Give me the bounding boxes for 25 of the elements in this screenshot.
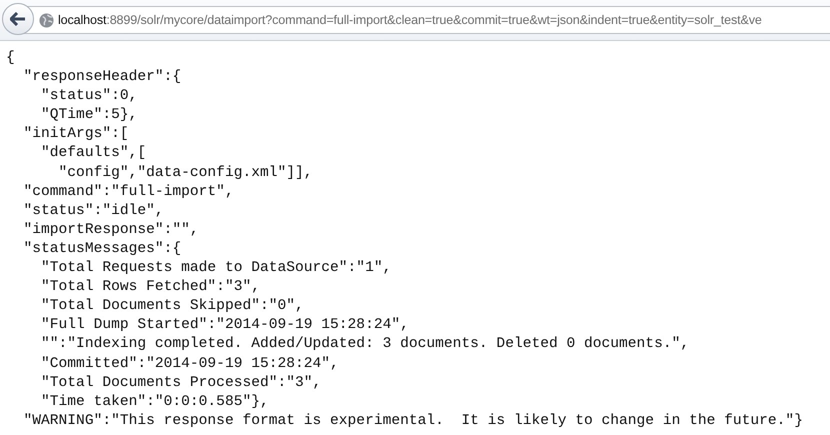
back-arrow-icon xyxy=(10,12,26,26)
json-line: "WARNING":"This response format is experimental. It is likely to change in the future."} xyxy=(22,412,804,431)
back-button[interactable] xyxy=(2,3,34,35)
json-line: "defaults",[ xyxy=(40,144,148,164)
json-line: "Full Dump Started":"2014-09-19 15:28:24", xyxy=(40,316,410,336)
json-line: "initArgs":[ xyxy=(22,125,130,144)
json-line: "Committed":"2014-09-19 15:28:24", xyxy=(40,354,340,374)
json-line: "QTime":5}, xyxy=(40,106,138,126)
json-line: "Total Requests made to DataSource":"1", xyxy=(40,259,392,278)
json-line: "command":"full-import", xyxy=(22,182,235,202)
json-line: "Time taken":"0:0:0.585"}, xyxy=(40,392,270,412)
json-line: "Total Documents Skipped":"0", xyxy=(40,297,305,316)
json-line: "Total Rows Fetched":"3", xyxy=(40,278,261,298)
json-line: "importResponse":"", xyxy=(22,220,200,240)
json-line: "config","data-config.xml"]], xyxy=(58,164,314,183)
address-field[interactable]: localhost:8899/solr/mycore/dataimport?command=full-import&clean=true&commit=true&wt=json&indent=true&entity=solr_test&ve xyxy=(24,6,830,34)
url-text: localhost:8899/solr/mycore/dataimport?command=full-import&clean=true&commit=true&wt=json&indent=true&entity=solr_test&ve xyxy=(58,13,762,27)
globe-icon xyxy=(39,12,54,28)
json-line: "statusMessages":{ xyxy=(22,240,182,259)
json-line: "Total Documents Processed":"3", xyxy=(40,374,322,393)
json-line: "status":"idle", xyxy=(22,202,165,221)
json-line: "status":0, xyxy=(40,87,138,106)
json-line: { xyxy=(6,49,16,68)
json-line: "responseHeader":{ xyxy=(22,68,182,88)
json-line: "":"Indexing completed. Added/Updated: 3 documents. Deleted 0 documents.", xyxy=(40,335,690,354)
